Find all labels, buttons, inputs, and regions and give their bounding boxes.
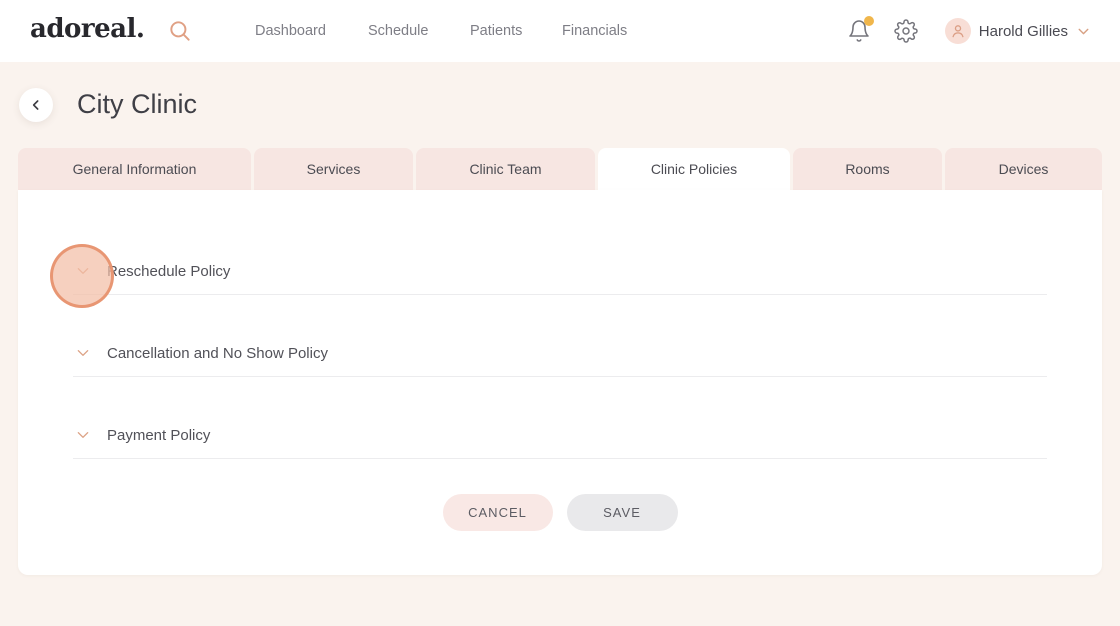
tab-general-information[interactable]: General Information bbox=[18, 148, 251, 190]
notifications-button[interactable] bbox=[847, 16, 874, 43]
nav-item-financials[interactable]: Financials bbox=[562, 0, 627, 62]
chevron-left-icon bbox=[28, 97, 44, 113]
back-button[interactable] bbox=[19, 88, 53, 122]
policy-section-payment[interactable]: Payment Policy bbox=[73, 412, 1047, 459]
settings-button[interactable] bbox=[894, 19, 918, 43]
tab-rooms[interactable]: Rooms bbox=[793, 148, 942, 190]
brand-logo: adoreal. bbox=[30, 14, 145, 44]
policy-section-label: Payment Policy bbox=[107, 426, 211, 444]
chevron-down-icon bbox=[75, 263, 91, 279]
nav-item-patients[interactable]: Patients bbox=[470, 0, 522, 62]
page-title: City Clinic bbox=[77, 89, 198, 119]
clinic-tabs: General Information Services Clinic Team… bbox=[18, 148, 1102, 190]
nav-item-dashboard[interactable]: Dashboard bbox=[255, 0, 326, 62]
policy-section-label: Cancellation and No Show Policy bbox=[107, 344, 328, 362]
user-chevron-down-icon bbox=[1075, 23, 1092, 40]
save-button[interactable]: SAVE bbox=[566, 494, 678, 531]
tab-clinic-team[interactable]: Clinic Team bbox=[416, 148, 595, 190]
clinic-policies-panel: Reschedule Policy Cancellation and No Sh… bbox=[18, 190, 1102, 575]
header-actions: Harold Gillies bbox=[847, 0, 1092, 62]
gear-icon bbox=[894, 19, 918, 43]
user-name: Harold Gillies bbox=[978, 22, 1068, 40]
cancel-button[interactable]: CANCEL bbox=[442, 494, 553, 531]
tab-clinic-policies[interactable]: Clinic Policies bbox=[598, 148, 790, 190]
nav-item-schedule[interactable]: Schedule bbox=[368, 0, 428, 62]
avatar bbox=[944, 18, 971, 44]
policy-section-label: Reschedule Policy bbox=[107, 262, 231, 280]
search-button[interactable] bbox=[167, 18, 193, 44]
chevron-down-icon bbox=[75, 345, 91, 361]
tab-devices[interactable]: Devices bbox=[945, 148, 1102, 190]
notification-dot bbox=[863, 16, 874, 26]
search-icon bbox=[167, 18, 193, 44]
form-actions: CANCEL SAVE bbox=[18, 494, 1102, 531]
chevron-down-icon bbox=[75, 427, 91, 443]
clinic-settings-screen: adoreal. Dashboard Schedule Patients Fin… bbox=[0, 0, 1120, 626]
top-navigation-bar: adoreal. Dashboard Schedule Patients Fin… bbox=[0, 0, 1120, 62]
person-icon bbox=[949, 22, 967, 40]
tab-services[interactable]: Services bbox=[254, 148, 413, 190]
user-menu[interactable]: Harold Gillies bbox=[944, 18, 1092, 44]
policy-section-cancellation-no-show[interactable]: Cancellation and No Show Policy bbox=[73, 330, 1047, 377]
policy-section-reschedule[interactable]: Reschedule Policy bbox=[73, 248, 1047, 295]
